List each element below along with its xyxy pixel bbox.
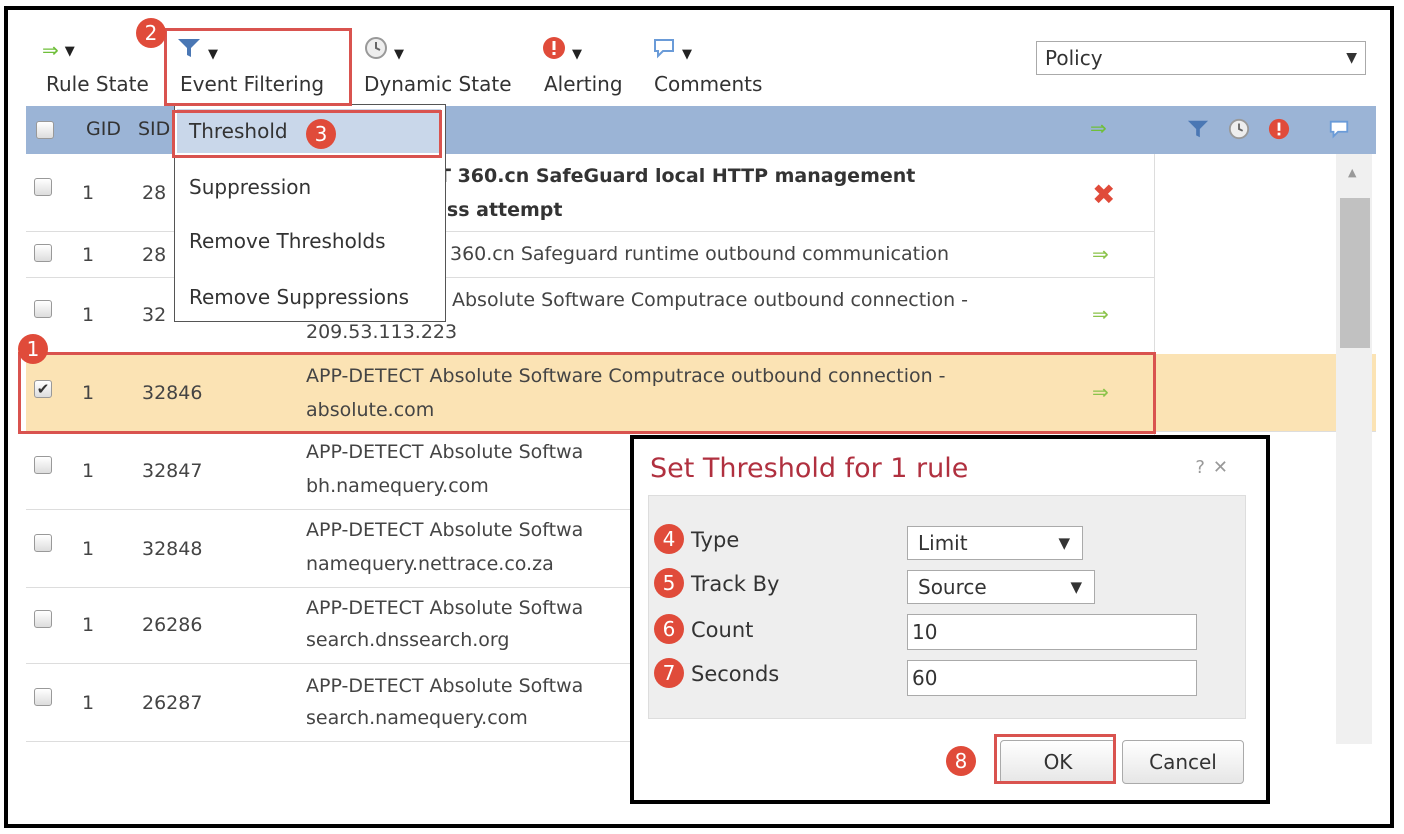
alerting-menu[interactable]: ▼ — [542, 36, 582, 64]
type-label: Type — [691, 528, 740, 552]
row-checkbox[interactable] — [34, 244, 52, 262]
message-line-1: APP-DETECT Absolute Softwa — [306, 519, 584, 541]
message-line-1: APP-DETECT Absolute Softwa — [306, 441, 584, 463]
filter-icon[interactable] — [1186, 118, 1210, 140]
menu-item-remove-suppressions[interactable]: Remove Suppressions — [189, 285, 409, 309]
dialog-controls: ?✕ — [1195, 457, 1236, 478]
highlight-event-filtering — [164, 28, 352, 106]
row-checkbox[interactable] — [34, 610, 52, 628]
message-line-2: bh.namequery.com — [306, 475, 489, 497]
message-line-1: T 360.cn SafeGuard local HTTP management — [438, 165, 916, 187]
clock-icon — [365, 37, 387, 59]
callout-badge-5: 5 — [654, 568, 684, 598]
track-by-label: Track By — [691, 572, 780, 596]
scroll-up-icon[interactable]: ▲ — [1348, 166, 1356, 179]
row-checkbox[interactable] — [34, 300, 52, 318]
policy-select[interactable]: Policy ▼ — [1036, 41, 1366, 75]
gid-cell: 1 — [82, 304, 95, 326]
track-by-select[interactable]: Source ▼ — [907, 570, 1095, 604]
comments-menu[interactable]: ▼ — [652, 36, 692, 64]
dynamic-state-label[interactable]: Dynamic State — [364, 72, 512, 96]
clock-icon[interactable] — [1228, 118, 1250, 140]
sid-cell: 32847 — [142, 460, 203, 482]
pass-arrow-icon: ⇒ — [1090, 116, 1107, 140]
select-all-checkbox[interactable] — [36, 121, 54, 139]
chevron-down-icon: ▼ — [64, 44, 75, 59]
drop-x-icon[interactable]: ✖ — [1092, 178, 1115, 211]
row-checkbox[interactable] — [34, 456, 52, 474]
pass-arrow-icon: ⇒ — [42, 38, 59, 62]
count-input[interactable]: 10 — [907, 614, 1197, 650]
dynamic-state-menu[interactable]: ▼ — [364, 36, 404, 64]
callout-badge-2: 2 — [136, 18, 166, 48]
callout-badge-4: 4 — [654, 524, 684, 554]
highlight-ok-button — [994, 734, 1116, 784]
chevron-down-icon: ▼ — [1058, 534, 1070, 552]
type-select[interactable]: Limit ▼ — [907, 526, 1083, 560]
chevron-down-icon: ▼ — [1346, 50, 1357, 66]
seconds-input[interactable]: 60 — [907, 660, 1197, 696]
gid-cell: 1 — [82, 460, 95, 482]
gid-column-header[interactable]: GID — [86, 118, 121, 140]
row-checkbox[interactable] — [34, 534, 52, 552]
count-label: Count — [691, 618, 754, 642]
rule-state-label[interactable]: Rule State — [46, 72, 149, 96]
alert-icon — [543, 37, 565, 59]
help-icon[interactable]: ? — [1195, 457, 1213, 478]
sid-column-header[interactable]: SID — [138, 118, 170, 140]
sid-cell: 26287 — [142, 692, 203, 714]
menu-item-suppression[interactable]: Suppression — [189, 175, 311, 199]
pass-arrow-icon[interactable]: ⇒ — [1092, 302, 1109, 326]
set-threshold-dialog: Set Threshold for 1 rule ?✕ Type Limit ▼… — [630, 435, 1270, 804]
message-line-1: APP-DETECT Absolute Softwa — [306, 597, 584, 619]
sid-cell: 32 — [142, 304, 167, 326]
alert-icon[interactable] — [1268, 118, 1290, 140]
cancel-button[interactable]: Cancel — [1122, 740, 1244, 784]
comment-icon[interactable] — [1328, 118, 1350, 140]
close-icon[interactable]: ✕ — [1213, 457, 1236, 478]
chevron-down-icon: ▼ — [572, 47, 582, 62]
message-line-2: search.namequery.com — [306, 707, 528, 729]
gid-cell: 1 — [82, 692, 95, 714]
dialog-title: Set Threshold for 1 rule — [650, 453, 969, 484]
chevron-down-icon: ▼ — [1070, 578, 1082, 596]
vertical-scrollbar[interactable]: ▲ — [1336, 154, 1372, 744]
sid-cell: 32848 — [142, 538, 203, 560]
comment-icon — [654, 39, 674, 59]
gid-cell: 1 — [82, 538, 95, 560]
track-by-select-value: Source — [918, 575, 987, 599]
callout-badge-3: 3 — [306, 119, 336, 149]
sid-cell: 28 — [142, 244, 167, 266]
chevron-down-icon: ▼ — [682, 47, 692, 62]
type-select-value: Limit — [918, 531, 968, 555]
callout-badge-7: 7 — [654, 658, 684, 688]
menu-item-remove-thresholds[interactable]: Remove Thresholds — [189, 229, 386, 253]
callout-badge-1: 1 — [18, 334, 48, 364]
message-line-1: 360.cn Safeguard runtime outbound commun… — [450, 243, 950, 265]
sid-cell: 26286 — [142, 614, 203, 636]
chevron-down-icon: ▼ — [394, 47, 404, 62]
row-checkbox[interactable] — [34, 688, 52, 706]
row-checkbox[interactable] — [34, 178, 52, 196]
threshold-form: Type Limit ▼ Track By Source ▼ Count 10 … — [648, 495, 1246, 719]
sid-cell: 28 — [142, 182, 167, 204]
rule-state-menu[interactable]: ⇒ ▼ — [42, 38, 75, 62]
scrollbar-thumb[interactable] — [1340, 198, 1370, 348]
message-line-2: namequery.nettrace.co.za — [306, 553, 554, 575]
gid-cell: 1 — [82, 614, 95, 636]
policy-select-value: Policy — [1045, 46, 1103, 70]
message-line-1: APP-DETECT Absolute Softwa — [306, 675, 584, 697]
message-line-2: search.dnssearch.org — [306, 629, 510, 651]
highlight-selected-row — [18, 352, 1156, 434]
message-line-1: Absolute Software Computrace outbound co… — [452, 289, 969, 311]
alerting-label[interactable]: Alerting — [544, 72, 623, 96]
gid-cell: 1 — [82, 182, 95, 204]
message-line-2: ess attempt — [434, 199, 563, 221]
callout-badge-8: 8 — [946, 746, 976, 776]
callout-badge-6: 6 — [654, 614, 684, 644]
seconds-label: Seconds — [691, 662, 780, 686]
comments-label[interactable]: Comments — [654, 72, 762, 96]
pass-arrow-icon[interactable]: ⇒ — [1092, 242, 1109, 266]
gid-cell: 1 — [82, 244, 95, 266]
